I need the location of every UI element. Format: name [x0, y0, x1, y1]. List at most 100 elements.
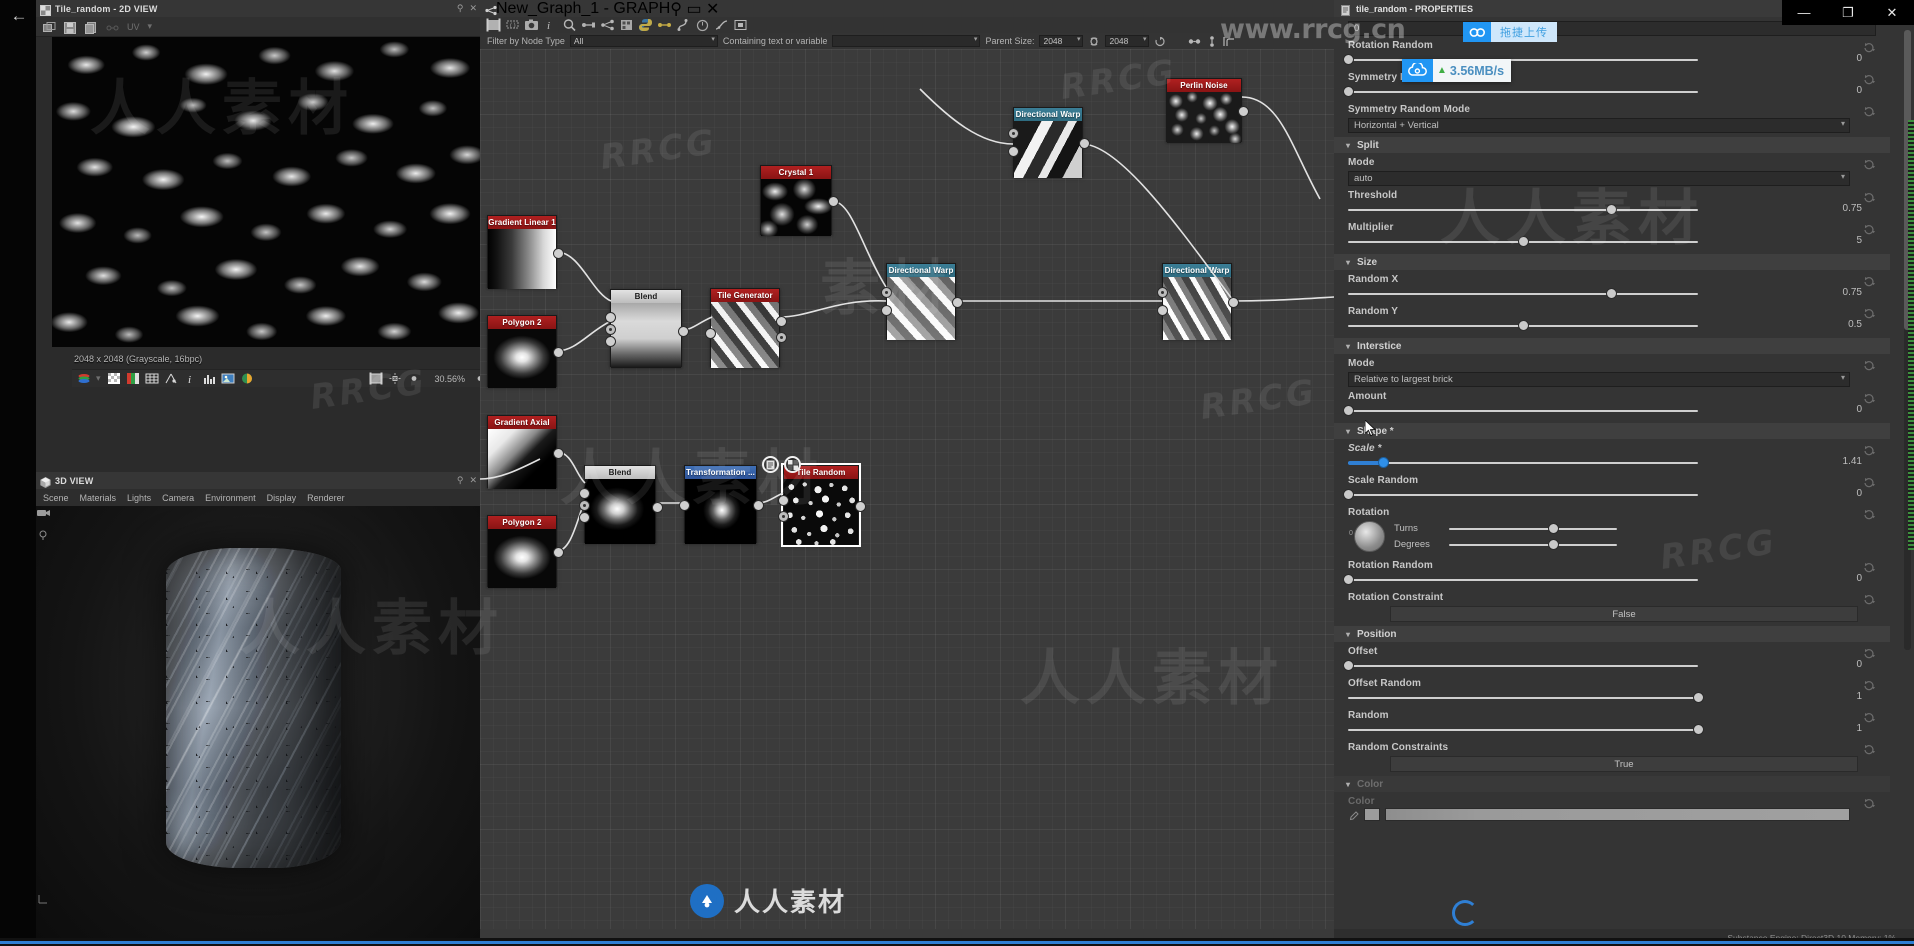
slider-value[interactable]: 0.5 — [1802, 319, 1862, 330]
node-input-port[interactable] — [705, 328, 716, 339]
node-output-port[interactable] — [1079, 138, 1090, 149]
menu-environment[interactable]: Environment — [205, 493, 256, 503]
close-icon[interactable]: ✕ — [469, 475, 477, 486]
slider-value[interactable]: 0 — [1802, 573, 1862, 584]
dot-icon[interactable] — [407, 372, 421, 385]
copy-icon[interactable] — [85, 21, 98, 34]
distribute-icon[interactable] — [1207, 35, 1217, 47]
slider-value[interactable]: 0 — [1802, 488, 1862, 499]
node-input-port[interactable] — [605, 312, 616, 323]
properties-section-header[interactable]: ▾ Position — [1334, 626, 1890, 642]
property-dropdown[interactable]: Horizontal + Vertical — [1348, 118, 1850, 133]
graph-node-dirwarp_right[interactable]: Directional Warp — [1157, 263, 1239, 340]
reset-parameter-icon[interactable] — [1863, 358, 1876, 371]
node-output-port[interactable] — [776, 316, 787, 327]
eyedropper-icon[interactable] — [1348, 809, 1359, 821]
grid-view-icon[interactable] — [619, 18, 634, 32]
menu-display[interactable]: Display — [267, 493, 297, 503]
camera-icon[interactable] — [36, 506, 52, 520]
node-output-port[interactable] — [1238, 106, 1249, 117]
slider-value[interactable]: 0.75 — [1802, 287, 1862, 298]
info-icon[interactable]: i — [543, 18, 558, 32]
reset-parameter-icon[interactable] — [1863, 72, 1876, 85]
slider-multiplier[interactable]: 5 — [1348, 234, 1876, 250]
node-input-port[interactable] — [579, 512, 590, 523]
node-output-port[interactable] — [553, 448, 564, 459]
slider-symmetry-random[interactable]: 0 — [1343, 84, 1876, 100]
graph-node-polygon_2_top[interactable]: Polygon 2 — [487, 315, 564, 388]
node-output-port[interactable] — [855, 501, 866, 512]
color-swatch[interactable] — [1364, 808, 1380, 821]
filter-node-type-select[interactable]: All — [569, 35, 718, 47]
properties-section-header[interactable]: ▾ Interstice — [1334, 338, 1890, 354]
graph-node-dirwarp_mid[interactable]: Directional Warp — [881, 263, 963, 340]
menu-lights[interactable]: Lights — [127, 493, 151, 503]
histogram-icon[interactable] — [202, 372, 216, 385]
menu-scene[interactable]: Scene — [43, 493, 69, 503]
pin-icon[interactable]: ⚲ — [457, 3, 464, 14]
reset-parameter-icon[interactable] — [1863, 391, 1876, 404]
node-output-port[interactable] — [952, 297, 963, 308]
save-icon[interactable] — [64, 21, 77, 34]
node-output-port[interactable] — [753, 500, 764, 511]
slider-random[interactable]: 1 — [1348, 722, 1876, 738]
timer-icon[interactable] — [695, 18, 710, 32]
slider-offset-random[interactable]: 1 — [1348, 690, 1876, 706]
properties-section-header[interactable]: ▾ Split — [1334, 137, 1890, 153]
slider-value[interactable]: 0 — [1802, 659, 1862, 670]
node-graph-icon[interactable] — [600, 18, 615, 32]
uv-dropdown[interactable]: UV — [127, 22, 140, 32]
menu-materials[interactable]: Materials — [80, 493, 117, 503]
slider-threshold[interactable]: 0.75 — [1348, 202, 1876, 218]
zoom-level[interactable]: 30.56% — [434, 374, 465, 384]
menu-camera[interactable]: Camera — [162, 493, 194, 503]
speed-overlay[interactable]: ▲ 3.56MB/s — [1402, 59, 1512, 82]
align-icon[interactable] — [1188, 36, 1202, 47]
node-input-port[interactable] — [579, 488, 590, 499]
pin-icon[interactable]: ⚲ — [457, 475, 464, 486]
output-icon[interactable] — [733, 18, 748, 32]
properties-scroll-area[interactable]: 0 Rotation Random 0 Symmetry Random 0 Symmet… — [1334, 17, 1914, 929]
pan-icon[interactable] — [388, 372, 402, 385]
properties-section-header[interactable]: ▾ Shape * — [1334, 423, 1890, 439]
node-output-port[interactable] — [553, 347, 564, 358]
node-input-port[interactable] — [1008, 146, 1019, 157]
graph-node-transformation[interactable]: Transformation ... — [679, 465, 764, 544]
rotation-wheel[interactable]: 0 — [1349, 521, 1385, 552]
fit-icon[interactable] — [369, 372, 383, 385]
graph-node-perlin_noise[interactable]: Perlin Noise — [1166, 78, 1249, 143]
node-input-port[interactable] — [605, 336, 616, 347]
image-icon[interactable] — [221, 372, 235, 385]
slider-value[interactable]: 1.41 — [1802, 456, 1862, 467]
slider-value[interactable]: 0 — [1802, 404, 1862, 415]
node-input-port[interactable] — [1157, 287, 1168, 298]
node-output-port[interactable] — [1228, 297, 1239, 308]
maximize-button[interactable]: ❐ — [1826, 0, 1870, 25]
node-input-port[interactable] — [579, 500, 590, 511]
rotation-control[interactable]: 0 Turns-1 Degrees-360 — [1348, 519, 1876, 556]
connect-icon[interactable] — [676, 18, 691, 32]
color-gradient-bar[interactable] — [1385, 808, 1850, 821]
reset-parameter-icon[interactable] — [1863, 646, 1876, 659]
node-input-port[interactable] — [881, 305, 892, 316]
contrast-icon[interactable] — [240, 372, 254, 385]
frame-all-icon[interactable] — [486, 18, 501, 32]
reset-parameter-icon[interactable] — [1863, 443, 1876, 456]
info-icon[interactable]: i — [183, 372, 197, 386]
parent-size-height-select[interactable]: 2048 — [1105, 35, 1150, 47]
reset-parameter-icon[interactable] — [1863, 742, 1876, 755]
reset-parameter-icon[interactable] — [1863, 40, 1876, 53]
python-icon[interactable] — [638, 18, 653, 32]
menu-renderer[interactable]: Renderer — [307, 493, 345, 503]
link-icon[interactable] — [106, 21, 119, 33]
close-button[interactable]: ✕ — [1870, 0, 1914, 25]
axis-gizmo-icon[interactable] — [37, 892, 49, 904]
2d-view-canvas[interactable] — [52, 37, 480, 347]
channels-icon[interactable] — [77, 372, 91, 385]
node-input-port[interactable] — [1157, 305, 1168, 316]
grid-icon[interactable] — [145, 372, 159, 385]
slider-scale-[interactable]: 1.41 — [1348, 455, 1876, 471]
reset-parameter-icon[interactable] — [1863, 678, 1876, 691]
light-icon[interactable] — [37, 528, 49, 540]
slider-value[interactable]: 0 — [1802, 85, 1862, 96]
